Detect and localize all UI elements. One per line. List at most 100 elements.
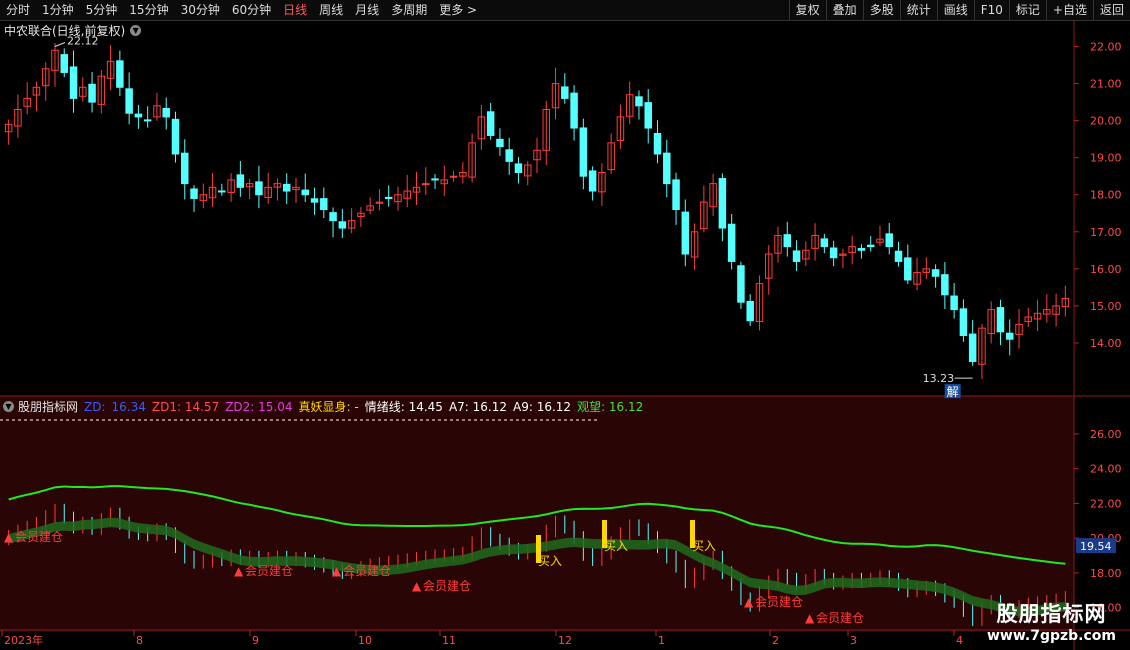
toolbar-button[interactable]: +自选 bbox=[1045, 0, 1093, 20]
indicator-axis-label: 26.00 bbox=[1090, 428, 1122, 441]
date-label: 4 bbox=[956, 634, 963, 647]
candle-body bbox=[384, 196, 393, 199]
candle-body bbox=[931, 269, 940, 277]
high-arrow bbox=[54, 42, 66, 47]
candle-body bbox=[125, 88, 133, 114]
toolbar-button[interactable]: 画线 bbox=[936, 0, 974, 20]
indicator-axis-label: 24.00 bbox=[1090, 463, 1122, 476]
candle-body bbox=[1006, 332, 1014, 340]
candle-body bbox=[941, 274, 949, 296]
period-tab[interactable]: 更多 > bbox=[433, 0, 483, 20]
period-tab[interactable]: 5分钟 bbox=[80, 0, 124, 20]
indicator-value: ZD2: 15.04 bbox=[225, 399, 293, 414]
price-axis-label: 16.00 bbox=[1090, 263, 1122, 276]
date-label: 12 bbox=[558, 634, 572, 647]
candle-body bbox=[718, 178, 727, 229]
candle-body bbox=[663, 152, 671, 185]
up-arrow-icon: ▲ bbox=[4, 530, 14, 544]
toolbar-button[interactable]: 复权 bbox=[788, 0, 826, 20]
toolbar-button[interactable]: 统计 bbox=[899, 0, 937, 20]
candle-body bbox=[570, 92, 578, 129]
candle-body bbox=[218, 190, 226, 193]
candle-body bbox=[422, 183, 430, 186]
price-axis-label: 19.00 bbox=[1090, 152, 1122, 165]
candle-body bbox=[320, 198, 328, 211]
candle-body bbox=[996, 307, 1005, 333]
candle-body bbox=[431, 178, 439, 181]
candle-body bbox=[143, 119, 152, 122]
candle-body bbox=[190, 188, 198, 199]
candle-body bbox=[579, 127, 588, 177]
candle-body bbox=[310, 198, 319, 203]
date-label: 8 bbox=[136, 634, 143, 647]
price-axis-label: 18.00 bbox=[1090, 189, 1122, 202]
candle-body bbox=[496, 138, 504, 148]
toolbar-button[interactable]: 返回 bbox=[1092, 0, 1130, 20]
candle-body bbox=[449, 175, 458, 178]
kline-chart[interactable]: 22.00 21.00 20.00 19.00 18.00 17.00 16.00 15.00… bbox=[0, 20, 1130, 650]
build-label: 会员建仓 bbox=[245, 564, 293, 578]
period-tab[interactable]: 15分钟 bbox=[123, 0, 174, 20]
period-tab[interactable]: 日线 bbox=[277, 0, 313, 20]
toolbar-button[interactable]: 标记 bbox=[1008, 0, 1046, 20]
price-high-label: 22.12 bbox=[67, 35, 99, 48]
build-label: 会员建仓 bbox=[816, 611, 864, 625]
chevron-down-icon[interactable]: ▼ bbox=[3, 400, 14, 412]
candle-body bbox=[282, 183, 291, 192]
indicator-value: A9: 16.12 bbox=[513, 399, 572, 414]
up-arrow-icon: ▲ bbox=[234, 564, 244, 578]
toolbar-button[interactable]: 多股 bbox=[862, 0, 900, 20]
candle-body bbox=[857, 247, 866, 251]
candle-body bbox=[681, 211, 690, 255]
indicator-value: A7: 16.12 bbox=[448, 399, 507, 414]
price-axis-label: 15.00 bbox=[1090, 300, 1122, 313]
date-label: 3 bbox=[850, 634, 857, 647]
indicator-header: ▼ 股朋指标网 ZD: 16.34 ZD1: 14.57 ZD2: 15.04 真妖显身… bbox=[0, 397, 655, 415]
date-label: 9 bbox=[252, 634, 259, 647]
period-tabs: 分时 1分钟 5分钟 15分钟 30分钟 60分钟 日线 周线 月线 多周期 更多 > bbox=[0, 0, 483, 20]
build-label: 会员建仓 bbox=[15, 530, 63, 544]
up-arrow-icon: ▲ bbox=[744, 595, 754, 609]
period-tab[interactable]: 月线 bbox=[349, 0, 385, 20]
candle-body bbox=[514, 163, 523, 174]
candle-body bbox=[737, 265, 745, 303]
buy-label: 买入 bbox=[538, 554, 562, 568]
candle-body bbox=[746, 300, 754, 322]
candle-body bbox=[727, 223, 736, 262]
period-tab[interactable]: 30分钟 bbox=[175, 0, 226, 20]
period-tab[interactable]: 60分钟 bbox=[226, 0, 277, 20]
period-tab[interactable]: 分时 bbox=[0, 0, 36, 20]
candle-body bbox=[329, 212, 337, 222]
indicator-axis-label: 22.00 bbox=[1090, 497, 1122, 510]
indicator-value: 情绪线: 14.45 bbox=[364, 399, 443, 414]
period-tab[interactable]: 1分钟 bbox=[36, 0, 80, 20]
price-axis-label: 21.00 bbox=[1090, 78, 1122, 91]
period-tab[interactable]: 周线 bbox=[313, 0, 349, 20]
period-tab[interactable]: 多周期 bbox=[385, 0, 433, 20]
indicator-panel-bg bbox=[0, 396, 1074, 632]
date-label: 2 bbox=[772, 634, 779, 647]
candle-body bbox=[904, 257, 912, 281]
date-label: 1 bbox=[658, 634, 665, 647]
candle-body bbox=[635, 96, 643, 107]
build-label: 会员建仓 bbox=[343, 564, 391, 578]
buy-label: 买入 bbox=[604, 539, 628, 553]
toolbar-button[interactable]: F10 bbox=[973, 0, 1009, 20]
candle-body bbox=[968, 333, 977, 362]
candle-body bbox=[588, 170, 597, 192]
up-arrow-icon: ▲ bbox=[332, 564, 342, 578]
date-label: 10 bbox=[358, 634, 372, 647]
toolbar-button[interactable]: 叠加 bbox=[825, 0, 863, 20]
candle-body bbox=[338, 221, 347, 229]
indicator-axis-label: 18.00 bbox=[1090, 567, 1122, 580]
up-arrow-icon: ▲ bbox=[805, 611, 815, 625]
indicator-name: 股朋指标网 bbox=[18, 399, 79, 414]
candle-body bbox=[171, 118, 180, 155]
price-axis-label: 22.00 bbox=[1090, 41, 1122, 54]
candle-body bbox=[255, 181, 263, 196]
candle-body bbox=[885, 233, 893, 248]
indicator-values: ZD: 16.34 ZD1: 14.57 ZD2: 15.04 真妖显身: - 情绪线: … bbox=[84, 398, 649, 415]
date-label: 2023年 bbox=[4, 633, 43, 647]
candle-body bbox=[486, 111, 495, 136]
price-low-label: 13.23 bbox=[923, 372, 955, 385]
